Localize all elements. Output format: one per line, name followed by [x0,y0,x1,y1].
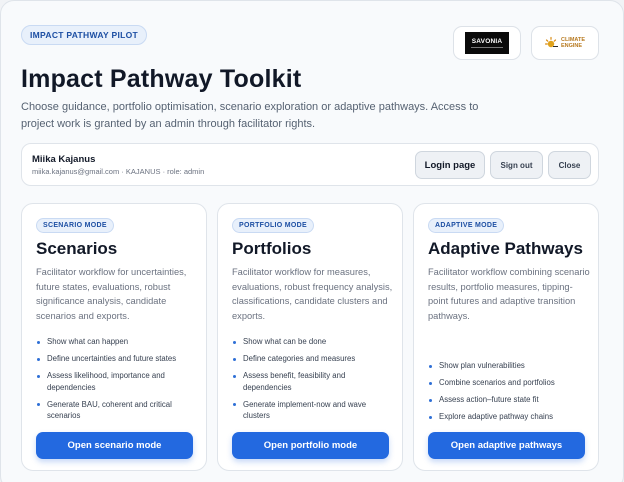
feature-item: Combine scenarios and portfolios [428,377,588,389]
close-button[interactable]: Close [548,151,591,179]
feature-list: Show what can happen Define uncertaintie… [36,336,196,427]
card-description: Facilitator workflow combining scenario … [428,267,590,322]
scenario-mode-card: SCENARIO MODE Scenarios Facilitator work… [21,203,207,471]
card-title: Scenarios [36,239,118,258]
climate-engine-logo-mark: CLIMATE ENGINE [544,36,585,50]
page-title: Impact Pathway Toolkit [21,65,302,93]
feature-item: Define uncertainties and future states [36,353,196,365]
card-description: Facilitator workflow for measures, evalu… [232,267,393,322]
mode-badge: PORTFOLIO MODE [232,218,314,233]
feature-item: Assess likelihood, importance and depend… [36,370,196,393]
app-panel: IMPACT PATHWAY PILOT SAVONIA CLIMATE ENG… [0,0,624,482]
feature-item: Show what can be done [232,336,392,348]
user-name: Miika Kajanus [32,154,96,165]
mode-badge: SCENARIO MODE [36,218,114,233]
pilot-badge: IMPACT PATHWAY PILOT [21,25,148,45]
feature-item: Assess benefit, feasibility and dependen… [232,370,392,393]
savonia-logo: SAVONIA [453,26,521,60]
feature-list: Show plan vulnerabilities Combine scenar… [428,360,588,428]
portfolio-mode-card: PORTFOLIO MODE Portfolios Facilitator wo… [217,203,403,471]
savonia-logo-text: SAVONIA [471,38,503,45]
adaptive-mode-card: ADAPTIVE MODE Adaptive Pathways Facilita… [413,203,599,471]
feature-item: Generate BAU, coherent and critical scen… [36,399,196,422]
open-scenario-mode-button[interactable]: Open scenario mode [36,432,193,459]
card-description: Facilitator workflow for uncertainties, … [36,267,187,322]
mode-badge: ADAPTIVE MODE [428,218,505,233]
feature-item: Generate implement-now and wave clusters [232,399,392,422]
card-title: Portfolios [232,239,312,258]
climate-engine-logo: CLIMATE ENGINE [531,26,599,60]
open-portfolio-mode-button[interactable]: Open portfolio mode [232,432,389,459]
sun-icon [544,36,558,48]
login-page-button[interactable]: Login page [415,151,485,179]
feature-item: Show plan vulnerabilities [428,360,588,372]
feature-list: Show what can be done Define categories … [232,336,392,427]
feature-item: Define categories and measures [232,353,392,365]
feature-item: Assess action–future state fit [428,394,588,406]
open-adaptive-pathways-button[interactable]: Open adaptive pathways [428,432,585,459]
user-meta: miika.kajanus@gmail.com · KAJANUS · role… [32,167,205,176]
feature-item: Show what can happen [36,336,196,348]
savonia-logo-underline [471,47,503,48]
savonia-logo-mark: SAVONIA [465,32,509,54]
feature-item: Explore adaptive pathway chains [428,411,588,423]
page-intro: Choose guidance, portfolio optimisation,… [21,101,479,130]
user-bar: Miika Kajanus miika.kajanus@gmail.com · … [21,143,599,186]
climate-engine-logo-line: ENGINE [560,43,583,49]
climate-engine-logo-text: CLIMATE ENGINE [561,37,585,49]
card-title: Adaptive Pathways [428,239,583,258]
sign-out-button[interactable]: Sign out [490,151,543,179]
